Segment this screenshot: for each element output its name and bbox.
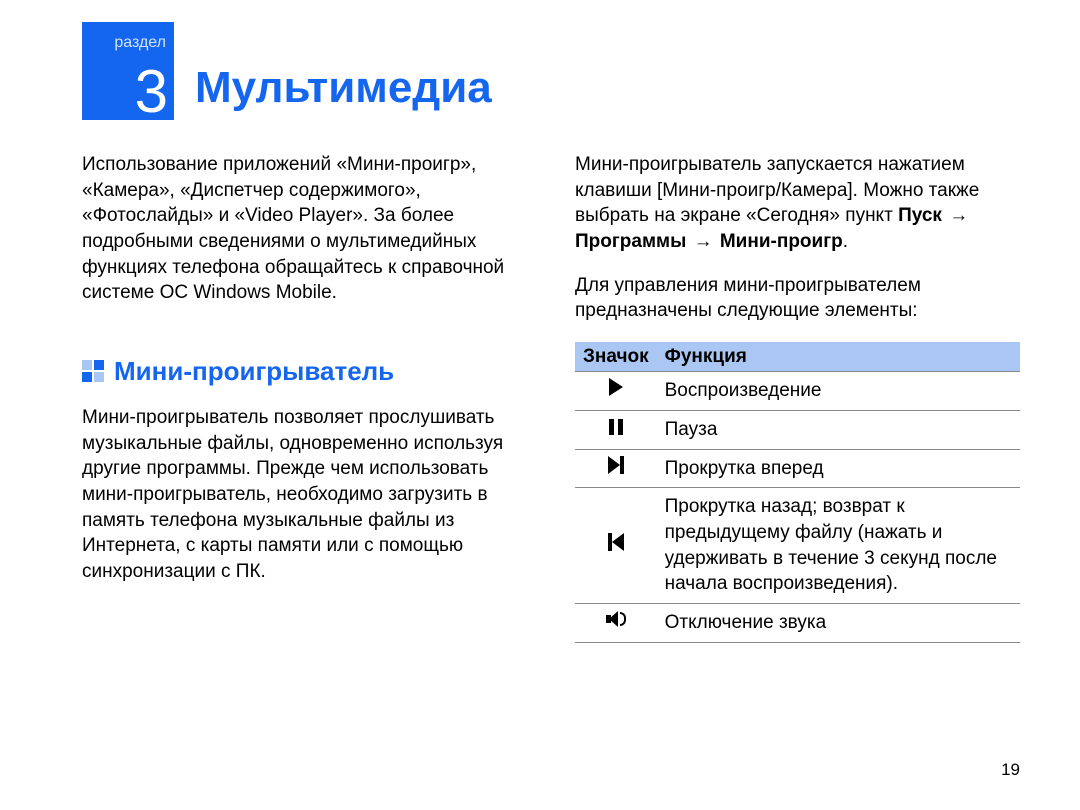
icon-cell xyxy=(575,449,657,488)
page-number: 19 xyxy=(1001,759,1020,782)
nav-suffix: . xyxy=(843,231,848,252)
function-cell: Прокрутка вперед xyxy=(657,449,1020,488)
launch-paragraph: Мини-проигрыватель запускается нажатием … xyxy=(575,152,1020,255)
nav-start: Пуск xyxy=(898,205,942,226)
table-row: Прокрутка вперед xyxy=(575,449,1020,488)
section-number: 3 xyxy=(135,62,168,122)
table-header-row: Значок Функция xyxy=(575,342,1020,372)
table-row: Воспроизведение xyxy=(575,372,1020,411)
section-badge: раздел 3 xyxy=(82,22,174,120)
subsection-heading: Мини-проигрыватель xyxy=(82,354,527,389)
subsection-title: Мини-проигрыватель xyxy=(114,354,394,389)
arrow-icon: → xyxy=(692,229,715,255)
function-cell: Отключение звука xyxy=(657,603,1020,642)
function-cell: Пауза xyxy=(657,411,1020,450)
section-label: раздел xyxy=(82,32,166,54)
icon-cell xyxy=(575,603,657,642)
arrow-icon: → xyxy=(947,203,970,229)
function-cell: Прокрутка назад; возврат к предыдущему ф… xyxy=(657,488,1020,604)
pause-icon xyxy=(609,419,623,435)
icon-cell xyxy=(575,411,657,450)
header-function: Функция xyxy=(657,342,1020,372)
header-icon: Значок xyxy=(575,342,657,372)
table-row: Отключение звука xyxy=(575,603,1020,642)
table-row: Прокрутка назад; возврат к предыдущему ф… xyxy=(575,488,1020,604)
icon-cell xyxy=(575,372,657,411)
mute-icon xyxy=(606,610,626,628)
nav-mini: Мини-проигр xyxy=(720,231,843,252)
intro-paragraph: Использование приложений «Мини-проигр», … xyxy=(82,152,527,306)
function-cell: Воспроизведение xyxy=(657,372,1020,411)
chapter-title: Мультимедиа xyxy=(195,58,492,117)
play-icon xyxy=(609,378,623,396)
right-column: Мини-проигрыватель запускается нажатием … xyxy=(575,152,1020,643)
squares-icon xyxy=(82,360,104,382)
next-icon xyxy=(608,456,624,474)
nav-programs: Программы xyxy=(575,231,686,252)
controls-table: Значок Функция Воспроизведение Пауза Про… xyxy=(575,342,1020,643)
icon-cell xyxy=(575,488,657,604)
document-page: раздел 3 Мультимедиа Использование прило… xyxy=(0,0,1080,810)
subsection-paragraph: Мини-проигрыватель позволяет прослушиват… xyxy=(82,405,527,584)
controls-intro: Для управления мини-проигрывателем предн… xyxy=(575,273,1020,324)
content-columns: Использование приложений «Мини-проигр», … xyxy=(82,152,1020,643)
left-column: Использование приложений «Мини-проигр», … xyxy=(82,152,527,643)
prev-icon xyxy=(608,533,624,551)
table-row: Пауза xyxy=(575,411,1020,450)
